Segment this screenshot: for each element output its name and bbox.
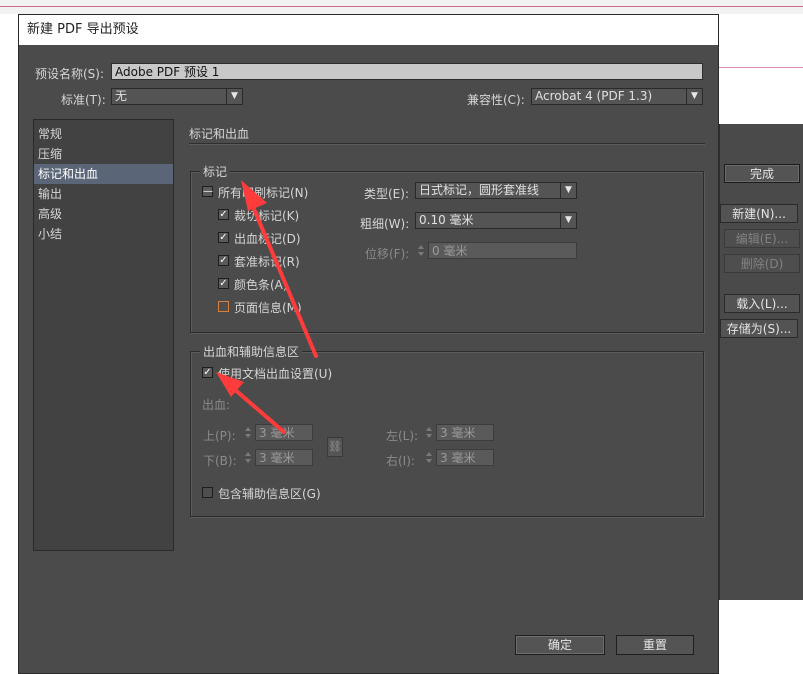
offset-stepper[interactable]: [416, 242, 427, 259]
edit-preset-button[interactable]: 编辑(E)...: [724, 229, 800, 248]
delete-preset-button[interactable]: 删除(D): [724, 254, 800, 273]
type-value: 日式标记，圆形套准线: [419, 183, 540, 197]
dropdown-arrow-icon: ▼: [226, 89, 242, 104]
standard-label: 标准(T):: [61, 93, 106, 107]
category-summary[interactable]: 小结: [34, 224, 173, 244]
compat-label: 兼容性(C):: [467, 93, 525, 107]
bleed-marks-label: 出血标记(D): [234, 232, 301, 246]
bleed-left-input[interactable]: 3 毫米: [436, 424, 494, 441]
section-divider: [189, 143, 705, 144]
standard-select[interactable]: 无 ▼: [111, 88, 243, 105]
category-list: 常规 压缩 标记和出血 输出 高级 小结: [33, 119, 174, 551]
dropdown-arrow-icon: ▼: [560, 183, 576, 198]
crop-marks-label: 裁切标记(K): [234, 209, 300, 223]
preset-name-label: 预设名称(S):: [35, 67, 105, 81]
background-app-top: [0, 0, 803, 14]
chain-link-icon[interactable]: ⛓: [327, 437, 343, 457]
weight-label: 粗细(W):: [360, 217, 410, 231]
offset-label: 位移(F):: [365, 247, 410, 261]
new-preset-button[interactable]: 新建(N)...: [720, 204, 798, 223]
color-bars-checkbox[interactable]: ✓: [218, 278, 229, 289]
background-canvas-bottom: [719, 600, 803, 674]
offset-input[interactable]: 0 毫米: [428, 242, 577, 259]
include-slug-checkbox[interactable]: [202, 487, 213, 498]
standard-value: 无: [115, 89, 128, 103]
color-bars-label: 颜色条(A): [234, 278, 288, 292]
bleed-bottom-label: 下(B):: [203, 454, 237, 468]
registration-marks-label: 套准标记(R): [234, 255, 300, 269]
compat-value: Acrobat 4 (PDF 1.3): [535, 89, 653, 103]
done-button[interactable]: 完成: [724, 164, 800, 183]
all-marks-checkbox[interactable]: —: [202, 186, 213, 197]
bleed-bottom-stepper[interactable]: [243, 449, 254, 466]
ok-button[interactable]: 确定: [515, 635, 605, 655]
bleed-top-input[interactable]: 3 毫米: [255, 424, 313, 441]
type-label: 类型(E):: [364, 187, 409, 201]
category-marks-bleeds[interactable]: 标记和出血: [34, 164, 173, 184]
bleed-marks-checkbox[interactable]: ✓: [218, 232, 229, 243]
background-canvas: [719, 14, 803, 124]
use-doc-bleed-label: 使用文档出血设置(U): [218, 367, 333, 381]
background-preset-panel: 完成 新建(N)... 编辑(E)... 删除(D) 载入(L)... 存储为(…: [719, 124, 803, 600]
weight-value: 0.10 毫米: [419, 213, 474, 227]
section-title: 标记和出血: [189, 127, 250, 141]
page-info-label: 页面信息(M): [234, 301, 302, 315]
category-advanced[interactable]: 高级: [34, 204, 173, 224]
bleed-top-label: 上(P):: [203, 429, 236, 443]
marks-group-title: 标记: [200, 163, 231, 180]
category-compression[interactable]: 压缩: [34, 144, 173, 164]
bleed-right-stepper[interactable]: [424, 449, 435, 466]
bleed-right-label: 右(I):: [386, 454, 415, 468]
bleed-label: 出血:: [202, 398, 231, 412]
all-marks-label: 所有印刷标记(N): [218, 186, 309, 200]
compat-select[interactable]: Acrobat 4 (PDF 1.3) ▼: [531, 88, 703, 105]
load-preset-button[interactable]: 载入(L)...: [724, 294, 800, 313]
dropdown-arrow-icon: ▼: [560, 213, 576, 228]
bleed-top-stepper[interactable]: [243, 424, 254, 441]
use-doc-bleed-checkbox[interactable]: ✓: [202, 367, 213, 378]
reset-button[interactable]: 重置: [616, 635, 694, 655]
bleed-left-label: 左(L):: [386, 429, 419, 443]
category-general[interactable]: 常规: [34, 124, 173, 144]
crop-marks-checkbox[interactable]: ✓: [218, 209, 229, 220]
preset-name-input[interactable]: Adobe PDF 预设 1: [111, 63, 703, 80]
include-slug-label: 包含辅助信息区(G): [218, 487, 321, 501]
page-info-checkbox[interactable]: [218, 301, 229, 312]
save-as-preset-button[interactable]: 存储为(S)...: [720, 319, 798, 338]
bleed-group-title: 出血和辅助信息区: [200, 343, 303, 360]
dropdown-arrow-icon: ▼: [686, 89, 702, 104]
registration-marks-checkbox[interactable]: ✓: [218, 255, 229, 266]
pdf-preset-dialog: 新建 PDF 导出预设 预设名称(S): Adobe PDF 预设 1 标准(T…: [18, 14, 719, 674]
type-select[interactable]: 日式标记，圆形套准线 ▼: [415, 182, 577, 199]
dialog-title: 新建 PDF 导出预设: [27, 22, 139, 37]
dialog-titlebar: 新建 PDF 导出预设: [19, 15, 718, 45]
bleed-left-stepper[interactable]: [424, 424, 435, 441]
bleed-bottom-input[interactable]: 3 毫米: [255, 449, 313, 466]
category-output[interactable]: 输出: [34, 184, 173, 204]
weight-select[interactable]: 0.10 毫米 ▼: [415, 212, 577, 229]
bleed-right-input[interactable]: 3 毫米: [436, 449, 494, 466]
